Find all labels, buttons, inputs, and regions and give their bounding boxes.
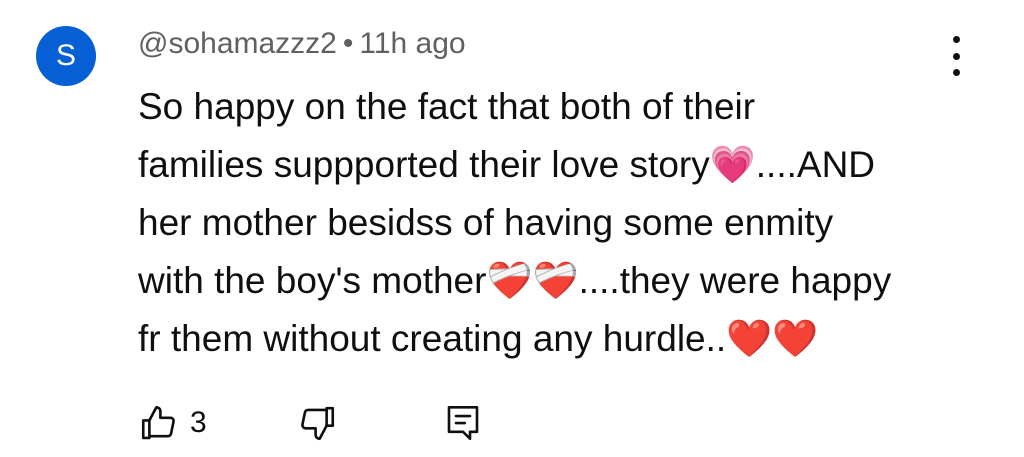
thumbs-down-icon <box>301 406 335 441</box>
comment-item: S @sohamazzz2 • 11h ago So happy on the fa… <box>0 0 1024 457</box>
comment-timestamp[interactable]: 11h ago <box>359 27 465 60</box>
like-button[interactable]: 3 <box>138 402 207 444</box>
like-count: 3 <box>190 406 207 439</box>
comment-text: So happy on the fact that both of their … <box>138 86 892 359</box>
avatar[interactable]: S <box>36 26 96 86</box>
comment-header: @sohamazzz2 • 11h ago <box>138 24 466 64</box>
more-vertical-icon <box>952 36 960 43</box>
reply-comment-icon <box>447 405 479 441</box>
more-options-button[interactable] <box>940 36 972 76</box>
more-vertical-icon-dot <box>952 69 960 76</box>
reply-button[interactable] <box>442 402 484 444</box>
dislike-button[interactable] <box>296 402 338 444</box>
separator-dot: • <box>342 27 354 60</box>
thumbs-up-icon <box>141 405 175 440</box>
more-vertical-icon-dot <box>952 52 960 60</box>
avatar-letter: S <box>55 39 76 72</box>
author-handle[interactable]: @sohamazzz2 <box>138 27 337 60</box>
